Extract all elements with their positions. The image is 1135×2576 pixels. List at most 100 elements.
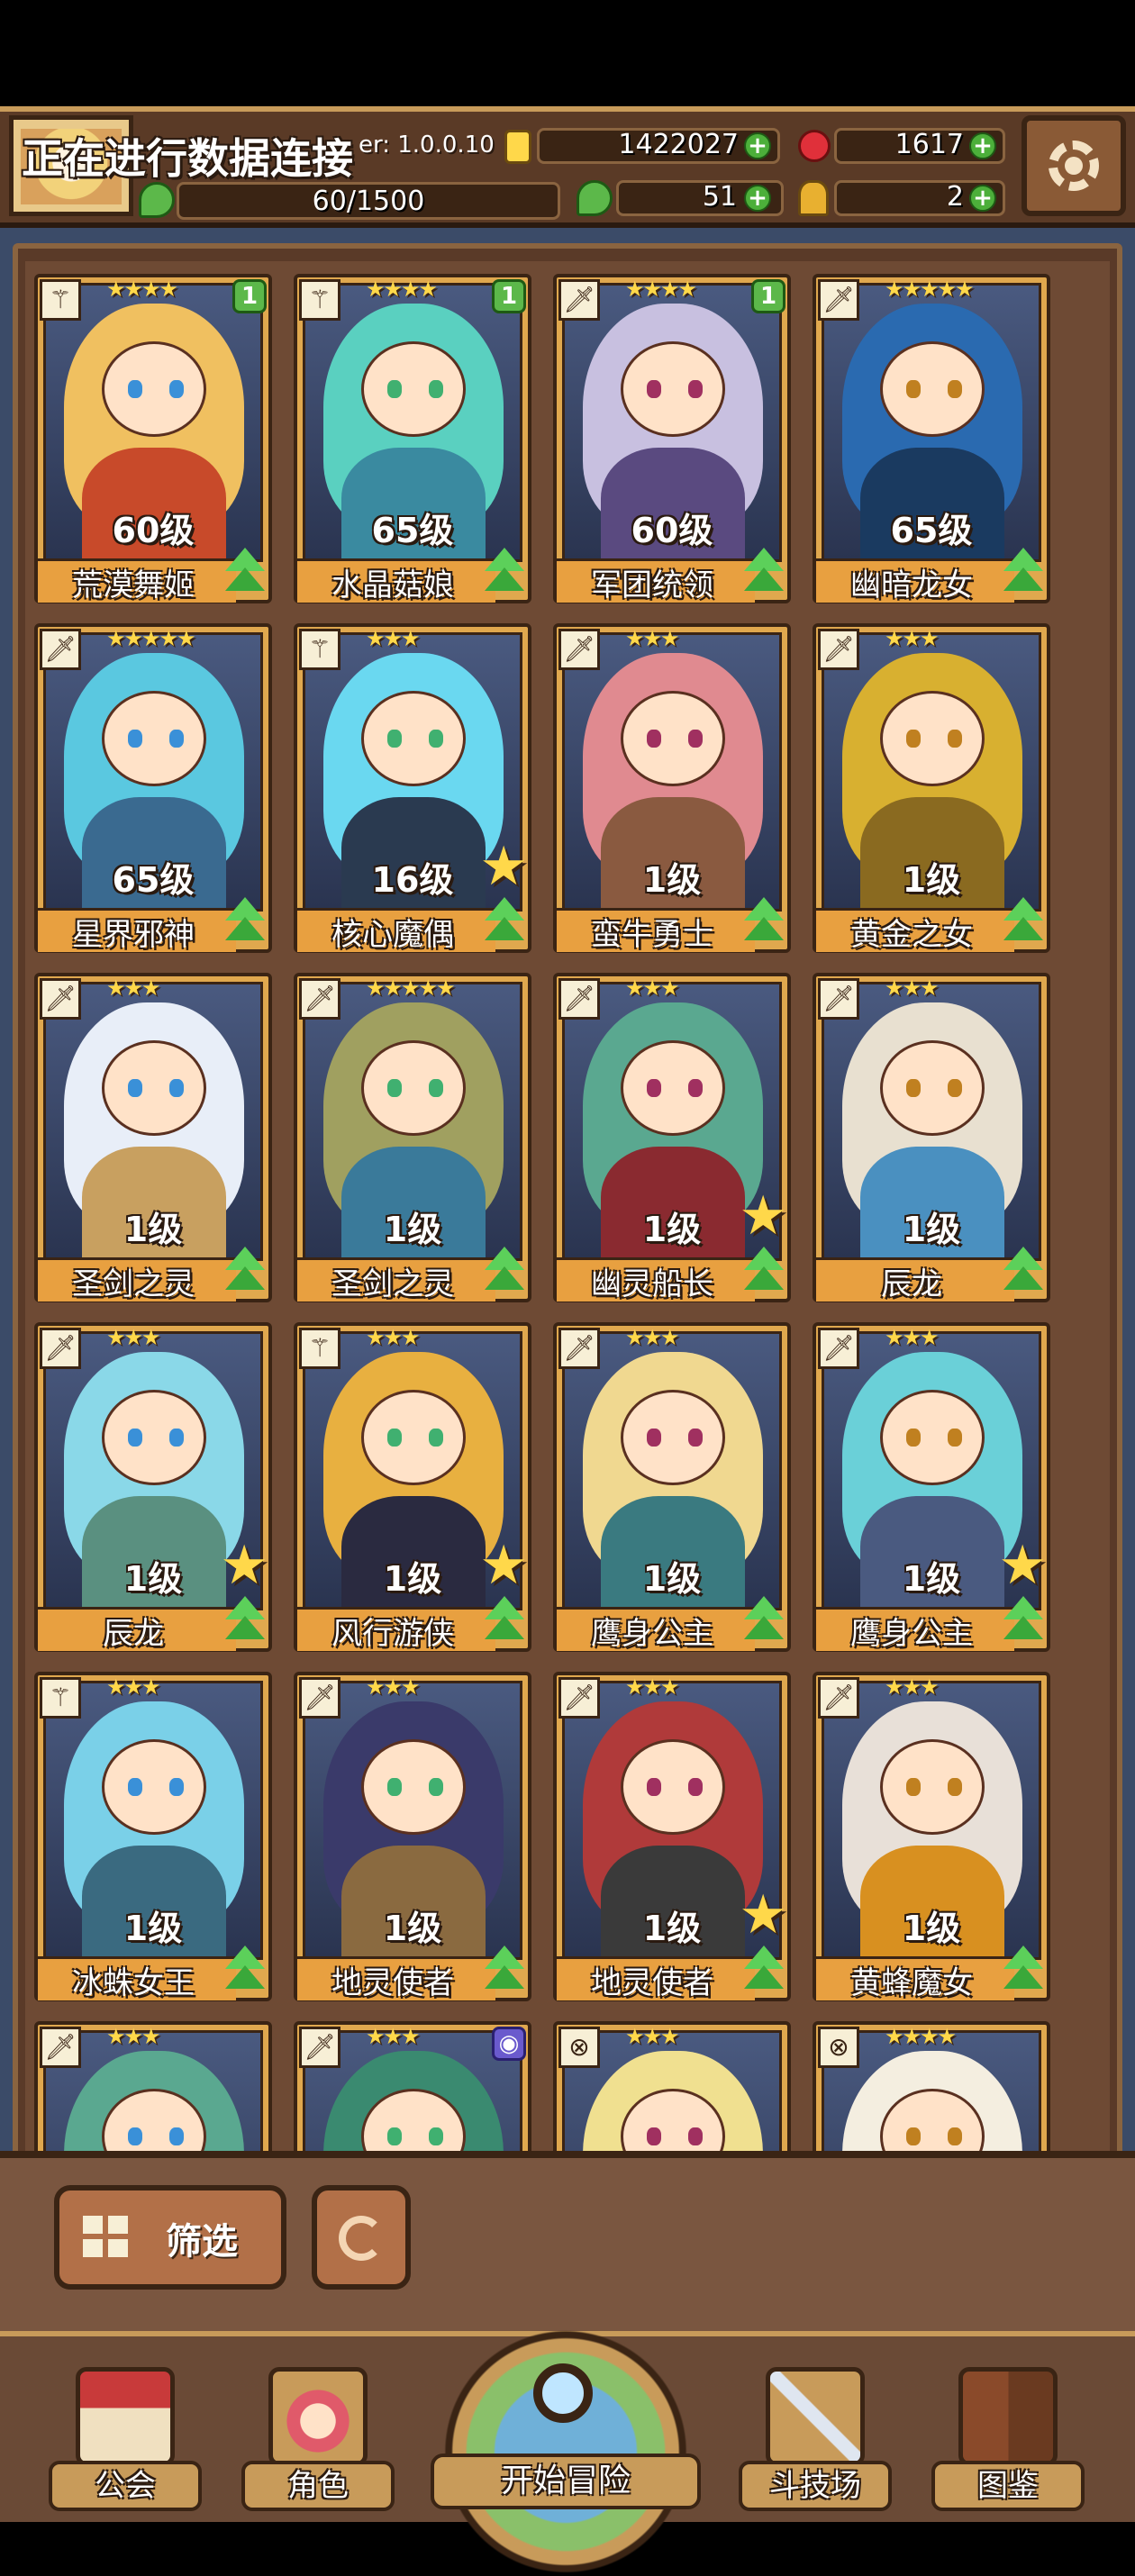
upgrade-arrow-icon bbox=[222, 1247, 268, 1297]
gold-star-icon: ★ bbox=[739, 1883, 787, 1946]
sword-icon: 🗡 bbox=[818, 1328, 859, 1369]
star-rating: ★★★ bbox=[625, 1325, 680, 1350]
character-card[interactable]: 🗡 ★★★ 1级 黄蜂魔女 bbox=[813, 1672, 1050, 2001]
gold-star-icon: ★ bbox=[998, 1534, 1047, 1597]
character-level: 65级 bbox=[112, 860, 195, 900]
character-name: 地灵使者 bbox=[591, 1965, 713, 2001]
character-card[interactable]: 🗡 ★★★★★ 1级 圣剑之灵 bbox=[294, 973, 531, 1302]
filter-button[interactable]: 筛选 bbox=[54, 2185, 286, 2290]
character-card[interactable]: ⊗ ★★★ bbox=[553, 2021, 791, 2153]
key-value: 2 bbox=[946, 181, 964, 213]
add-key-button[interactable]: + bbox=[969, 185, 996, 212]
sword-icon: 🗡 bbox=[818, 279, 859, 321]
add-gem-button[interactable]: + bbox=[969, 132, 996, 159]
sword-icon: 🗡 bbox=[818, 629, 859, 670]
star-rating: ★★★★★ bbox=[106, 626, 196, 651]
character-card[interactable]: ⚚ ★★★ 1级 冰蛛女王 bbox=[34, 1672, 272, 2001]
upgrade-arrow-icon bbox=[740, 1946, 787, 1996]
sword-icon: 🗡 bbox=[558, 1677, 600, 1719]
character-card[interactable]: 🗡 ★★★ ◉ bbox=[294, 2021, 531, 2153]
star-rating: ★★★ bbox=[625, 2024, 680, 2049]
grid-icon bbox=[83, 2216, 130, 2259]
character-card[interactable]: 🗡 ★★★ 1级 蛮牛勇士 bbox=[553, 623, 791, 953]
character-card[interactable]: 🗡 ★★★ 1级 ★ 地灵使者 bbox=[553, 1672, 791, 2001]
character-level: 1级 bbox=[902, 1909, 961, 1948]
upgrade-arrow-icon bbox=[481, 1946, 528, 1996]
star-rating: ★★★ bbox=[366, 1674, 421, 1700]
character-name: 幽灵船长 bbox=[591, 1266, 713, 1302]
nav-characters[interactable]: 角色 bbox=[241, 2363, 395, 2517]
character-level: 65级 bbox=[890, 511, 973, 550]
star-rating: ★★★ bbox=[885, 1674, 940, 1700]
character-name: 地灵使者 bbox=[331, 1965, 454, 2001]
character-level: 1级 bbox=[123, 1909, 183, 1948]
element-badge-icon: ◉ bbox=[492, 2027, 526, 2061]
upgrade-arrow-icon bbox=[222, 1596, 268, 1646]
character-level: 1级 bbox=[902, 860, 961, 900]
add-clover-button[interactable]: + bbox=[744, 185, 771, 212]
nav-adventure[interactable]: 开始冒险 bbox=[422, 2327, 710, 2576]
character-card[interactable]: 🗡 ★★★ 1级 辰龙 bbox=[813, 973, 1050, 1302]
character-card[interactable]: ⚚ ★★★ 16级 ★ 核心魔偶 bbox=[294, 623, 531, 953]
character-card[interactable]: 🗡 ★★★ 1级 鹰身公主 bbox=[553, 1322, 791, 1652]
nav-codex[interactable]: 图鉴 bbox=[931, 2363, 1085, 2517]
sword-icon: 🗡 bbox=[40, 2027, 81, 2068]
star-rating: ★★★★★ bbox=[366, 975, 456, 1001]
sword-icon: 🗡 bbox=[299, 1677, 340, 1719]
character-card[interactable]: ⊗ ★★★★ bbox=[813, 2021, 1050, 2153]
character-card[interactable]: 🗡 ★★★ 1级 圣剑之灵 bbox=[34, 973, 272, 1302]
star-rating: ★★★ bbox=[106, 975, 161, 1001]
character-card[interactable]: 🗡 ★★★ 1级 ★ 幽灵船长 bbox=[553, 973, 791, 1302]
gold-star-icon: ★ bbox=[479, 1534, 528, 1597]
nav-arena[interactable]: 斗技场 bbox=[739, 2363, 892, 2517]
character-name: 荒漠舞姬 bbox=[72, 567, 195, 603]
character-level: 1级 bbox=[642, 1559, 702, 1599]
nav-guild[interactable]: 公会 bbox=[49, 2363, 202, 2517]
gem-value: 1617 bbox=[894, 129, 964, 160]
staff-icon: ⚚ bbox=[40, 279, 81, 321]
sword-icon: 🗡 bbox=[299, 2027, 340, 2068]
upgrade-arrow-icon bbox=[481, 548, 528, 598]
character-name: 辰龙 bbox=[103, 1616, 164, 1652]
character-card[interactable]: 🗡 ★★★★ 1 60级 军团统领 bbox=[553, 274, 791, 603]
character-level: 1级 bbox=[383, 1909, 442, 1948]
character-card[interactable]: 🗡 ★★★ 1级 ★ 辰龙 bbox=[34, 1322, 272, 1652]
character-card[interactable]: 🗡 ★★★ bbox=[34, 2021, 272, 2153]
star-rating: ★★★ bbox=[625, 975, 680, 1001]
character-name: 鹰身公主 bbox=[850, 1616, 973, 1652]
staff-icon: ⚚ bbox=[299, 629, 340, 670]
character-card[interactable]: 🗡 ★★★ 1级 ★ 鹰身公主 bbox=[813, 1322, 1050, 1652]
shield-icon: ⊗ bbox=[818, 2027, 859, 2068]
gold-value: 1422027 bbox=[618, 129, 739, 160]
magnifier-icon bbox=[533, 2363, 593, 2423]
refresh-button[interactable] bbox=[312, 2185, 411, 2290]
stamina-value: 60/1500 bbox=[312, 186, 425, 217]
character-name: 蛮牛勇士 bbox=[591, 917, 713, 953]
star-rating: ★★★ bbox=[885, 626, 940, 651]
add-gold-button[interactable]: + bbox=[744, 132, 771, 159]
character-card[interactable]: 🗡 ★★★ 1级黄金之女 bbox=[813, 623, 1050, 953]
character-card[interactable]: 🗡 ★★★★★ 65级 幽暗龙女 bbox=[813, 274, 1050, 603]
character-level: 1级 bbox=[383, 1210, 442, 1249]
character-card[interactable]: 🗡 ★★★ 1级地灵使者 bbox=[294, 1672, 531, 2001]
character-name: 水晶菇娘 bbox=[331, 567, 454, 603]
staff-icon: ⚚ bbox=[40, 1677, 81, 1719]
character-name: 黄金之女 bbox=[850, 917, 973, 953]
character-card[interactable]: ⚚ ★★★★ 1 60级 荒漠舞姬 bbox=[34, 274, 272, 603]
settings-button[interactable] bbox=[1022, 115, 1126, 216]
upgrade-arrow-icon bbox=[1000, 1247, 1047, 1297]
character-card[interactable]: ⚚ ★★★★ 1 65级 水晶菇娘 bbox=[294, 274, 531, 603]
star-rating: ★★★★ bbox=[625, 277, 697, 302]
upgrade-arrow-icon bbox=[222, 1946, 268, 1996]
nav-codex-label: 图鉴 bbox=[931, 2461, 1085, 2511]
character-card[interactable]: ⚚ ★★★ 1级 ★ 风行游侠 bbox=[294, 1322, 531, 1652]
character-level: 1级 bbox=[123, 1210, 183, 1249]
character-card[interactable]: 🗡 ★★★★★ 65级 星界邪神 bbox=[34, 623, 272, 953]
character-level: 65级 bbox=[371, 511, 454, 550]
character-name: 幽暗龙女 bbox=[850, 567, 973, 603]
connection-status: 正在进行数据连接 bbox=[22, 134, 353, 183]
nav-characters-label: 角色 bbox=[241, 2461, 395, 2511]
star-rating: ★★★ bbox=[366, 626, 421, 651]
upgrade-arrow-icon bbox=[481, 1596, 528, 1646]
character-grid[interactable]: ⚚ ★★★★ 1 60级 荒漠舞姬 ⚚ ★★★★ 1 65级 水晶菇娘 🗡 ★★★★ 1 60级 军团统领 🗡… bbox=[25, 261, 1110, 2153]
